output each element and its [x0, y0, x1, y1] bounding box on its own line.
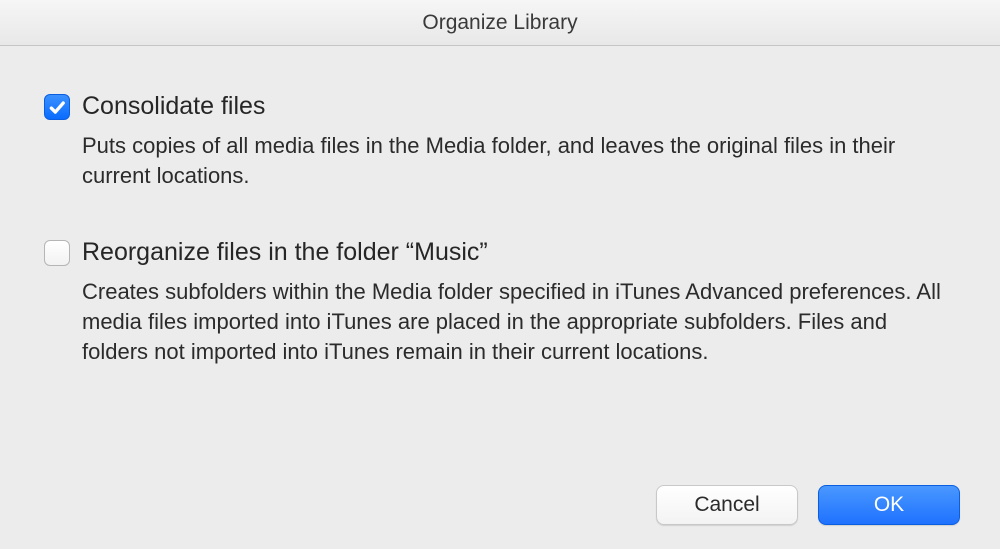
reorganize-files-label: Reorganize files in the folder “Music”: [82, 238, 488, 267]
dialog-content: Consolidate files Puts copies of all med…: [0, 46, 1000, 434]
ok-button-label: OK: [874, 493, 904, 517]
option-header: Consolidate files: [44, 92, 956, 121]
ok-button[interactable]: OK: [818, 485, 960, 525]
option-header: Reorganize files in the folder “Music”: [44, 238, 956, 267]
consolidate-files-description: Puts copies of all media files in the Me…: [44, 131, 949, 190]
option-consolidate: Consolidate files Puts copies of all med…: [44, 92, 956, 190]
cancel-button-label: Cancel: [694, 493, 759, 517]
consolidate-files-checkbox[interactable]: [44, 94, 70, 120]
reorganize-files-checkbox[interactable]: [44, 240, 70, 266]
cancel-button[interactable]: Cancel: [656, 485, 798, 525]
checkmark-icon: [48, 98, 66, 116]
dialog-title: Organize Library: [422, 11, 577, 35]
reorganize-files-description: Creates subfolders within the Media fold…: [44, 277, 949, 366]
option-reorganize: Reorganize files in the folder “Music” C…: [44, 238, 956, 366]
dialog-titlebar: Organize Library: [0, 0, 1000, 46]
consolidate-files-label: Consolidate files: [82, 92, 265, 121]
dialog-buttons: Cancel OK: [656, 485, 960, 525]
